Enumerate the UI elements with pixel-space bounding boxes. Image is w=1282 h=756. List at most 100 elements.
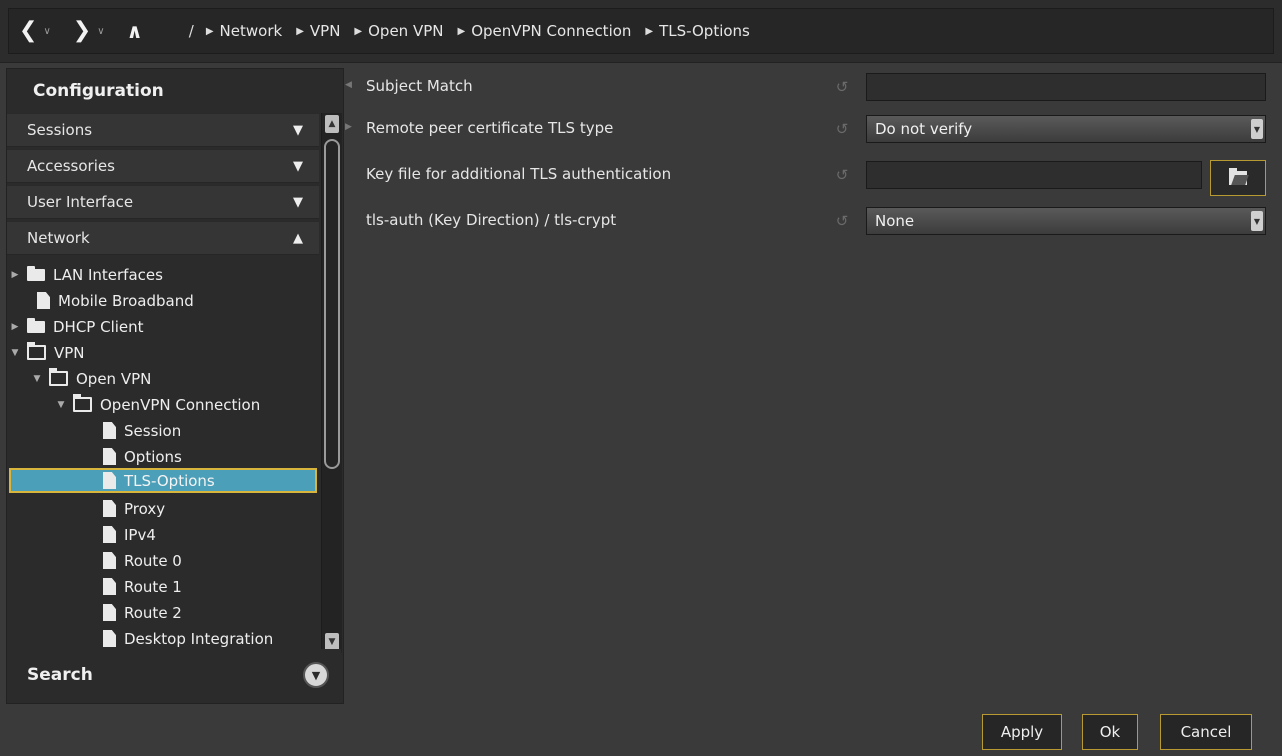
breadcrumb-label: VPN <box>309 22 341 40</box>
tree-item-route-1[interactable]: Route 1 <box>7 574 315 599</box>
breadcrumb-label: OpenVPN Connection <box>471 22 632 40</box>
file-icon <box>103 448 116 465</box>
file-icon <box>103 500 116 517</box>
search-expand-icon[interactable]: ▼ <box>303 662 329 688</box>
breadcrumb-item-openvpn-connection[interactable]: ▶ OpenVPN Connection <box>457 22 631 40</box>
tree-item-options[interactable]: Options <box>7 444 315 469</box>
sidebar-scrollbar[interactable]: ▲ ▼ <box>321 113 342 653</box>
reset-default-icon[interactable]: ↺ <box>834 166 850 184</box>
up-button[interactable]: ∧ <box>127 21 143 41</box>
scrollbar-thumb[interactable] <box>324 139 340 469</box>
breadcrumb-root[interactable]: / <box>189 22 194 40</box>
tree-item-tls-options[interactable]: TLS-Options <box>9 468 317 493</box>
setting-row-subject-match: Subject Match ↺ <box>352 70 1278 104</box>
search-section[interactable]: Search ▼ <box>7 649 341 701</box>
category-sessions[interactable]: Sessions ▼ <box>7 113 319 147</box>
tree-item-label: Proxy <box>124 499 166 518</box>
tree-item-label: TLS-Options <box>124 471 215 490</box>
tree-item-label: Session <box>124 421 182 440</box>
tls-auth-select[interactable]: None ▼ <box>866 207 1266 235</box>
category-accessories[interactable]: Accessories ▼ <box>7 149 319 183</box>
tree-item-dhcp-client[interactable]: ▶ DHCP Client <box>7 314 315 339</box>
chevron-down-icon: ▼ <box>1251 211 1263 231</box>
search-label: Search <box>27 665 93 685</box>
forward-button[interactable]: ❯ ∨ <box>73 20 105 42</box>
file-icon <box>103 630 116 647</box>
file-icon <box>103 578 116 595</box>
back-button[interactable]: ❮ ∨ <box>19 20 51 42</box>
category-label: Sessions <box>27 121 93 139</box>
collapse-arrow-icon[interactable]: ▼ <box>9 348 21 358</box>
browse-key-file-button[interactable] <box>1210 160 1266 196</box>
reset-default-icon[interactable]: ↺ <box>834 120 850 138</box>
configuration-sidebar: Configuration Sessions ▼ Accessories ▼ U… <box>6 68 344 704</box>
triangle-right-icon: ▶ <box>354 25 363 37</box>
tree-item-vpn[interactable]: ▼ VPN <box>7 340 315 365</box>
breadcrumb: / ▶ Network ▶ VPN ▶ Open VPN ▶ OpenVPN Conne… <box>189 22 764 40</box>
scroll-up-arrow-icon[interactable]: ▲ <box>325 115 339 133</box>
folder-icon <box>27 317 45 333</box>
ok-button[interactable]: Ok <box>1082 714 1138 750</box>
file-icon <box>103 552 116 569</box>
category-user-interface[interactable]: User Interface ▼ <box>7 185 319 219</box>
tree-item-desktop-integration[interactable]: Desktop Integration <box>7 626 315 649</box>
breadcrumb-item-vpn[interactable]: ▶ VPN <box>296 22 340 40</box>
tree-item-open-vpn[interactable]: ▼ Open VPN <box>7 366 315 391</box>
reset-default-icon[interactable]: ↺ <box>834 78 850 96</box>
tree-item-label: Mobile Broadband <box>58 291 194 310</box>
file-icon <box>103 526 116 543</box>
tree-item-lan-interfaces[interactable]: ▶ LAN Interfaces <box>7 262 315 287</box>
chevron-down-icon: ▼ <box>1251 119 1263 139</box>
triangle-up-icon: ▲ <box>293 230 303 246</box>
subject-match-input[interactable] <box>866 73 1266 101</box>
expand-arrow-icon[interactable]: ▶ <box>9 322 21 332</box>
setting-label: Subject Match <box>366 77 473 95</box>
sidebar-title: Configuration <box>33 81 164 101</box>
file-icon <box>103 422 116 439</box>
chevron-up-icon: ∧ <box>126 19 143 43</box>
remote-peer-tls-type-select[interactable]: Do not verify ▼ <box>866 115 1266 143</box>
tls-options-panel: Subject Match ↺ Remote peer certificate … <box>352 68 1278 702</box>
breadcrumb-item-network[interactable]: ▶ Network <box>206 22 282 40</box>
setting-label: Remote peer certificate TLS type <box>366 119 614 137</box>
panel-splitter[interactable]: ◀ ▶ <box>343 80 352 700</box>
back-history-dropdown-icon[interactable]: ∨ <box>43 26 50 37</box>
folder-open-icon <box>73 394 92 412</box>
breadcrumb-item-tls-options[interactable]: ▶ TLS-Options <box>645 22 749 40</box>
triangle-down-icon: ▼ <box>293 194 303 210</box>
setting-label: Key file for additional TLS authenticati… <box>366 165 672 183</box>
chevron-right-icon: ❯ <box>72 18 92 43</box>
setting-row-tls-auth: tls-auth (Key Direction) / tls-crypt ↺ N… <box>352 204 1278 238</box>
apply-button[interactable]: Apply <box>982 714 1062 750</box>
breadcrumb-label: Open VPN <box>368 22 444 40</box>
forward-history-dropdown-icon[interactable]: ∨ <box>97 26 104 37</box>
triangle-right-icon: ▶ <box>296 25 304 37</box>
tree-item-ipv4[interactable]: IPv4 <box>7 522 315 547</box>
tree-item-label: Route 0 <box>124 551 182 570</box>
file-icon <box>103 472 116 489</box>
tree-item-session[interactable]: Session <box>7 418 315 443</box>
reset-default-icon[interactable]: ↺ <box>834 212 850 230</box>
tree-item-label: Open VPN <box>76 369 152 388</box>
breadcrumb-item-open-vpn[interactable]: ▶ Open VPN <box>354 22 443 40</box>
tree-item-mobile-broadband[interactable]: Mobile Broadband <box>7 288 315 313</box>
category-network[interactable]: Network ▲ <box>7 221 319 255</box>
tree-item-label: VPN <box>54 343 85 362</box>
dialog-buttons: Apply Ok Cancel <box>0 704 1282 756</box>
collapse-arrow-icon[interactable]: ▼ <box>31 374 43 384</box>
tree-item-label: DHCP Client <box>53 317 144 336</box>
tree-item-proxy[interactable]: Proxy <box>7 496 315 521</box>
expand-arrow-icon[interactable]: ▶ <box>9 270 21 280</box>
cancel-button[interactable]: Cancel <box>1160 714 1252 750</box>
tree-item-route-0[interactable]: Route 0 <box>7 548 315 573</box>
navigation-bar-inner: ❮ ∨ ❯ ∨ ∧ / ▶ Network ▶ VPN ▶ Open VPN ▶ Ope… <box>8 8 1274 54</box>
key-file-input[interactable] <box>866 161 1202 189</box>
category-label: Accessories <box>27 157 115 175</box>
tree-item-route-2[interactable]: Route 2 <box>7 600 315 625</box>
collapse-arrow-icon[interactable]: ▼ <box>55 400 67 410</box>
splitter-expand-icon[interactable]: ▶ <box>345 122 352 132</box>
splitter-collapse-icon[interactable]: ◀ <box>345 80 352 90</box>
tree-item-openvpn-connection[interactable]: ▼ OpenVPN Connection <box>7 392 315 417</box>
folder-icon <box>27 265 45 281</box>
category-label: User Interface <box>27 193 134 211</box>
